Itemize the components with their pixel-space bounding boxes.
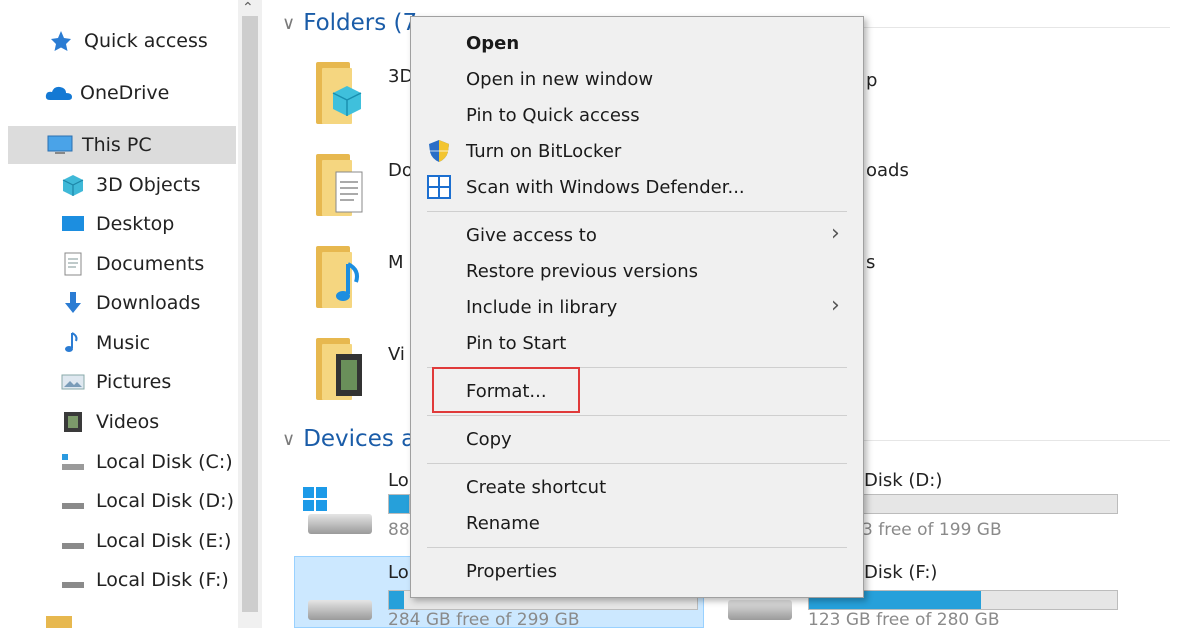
nav-downloads[interactable]: Downloads [60,284,200,322]
download-arrow-icon [60,290,86,316]
drive-local-disk-c[interactable] [302,486,376,542]
menu-separator [427,211,847,212]
folder-label: oads [866,160,909,181]
folder-3d-objects[interactable] [312,62,364,124]
desktop-icon [60,211,86,237]
nav-quick-access[interactable]: Quick access [48,22,208,60]
document-icon [335,171,363,213]
chevron-down-icon: ∨ [282,12,296,34]
drive-free-space: 284 GB free of 299 GB [388,610,580,630]
nav-music[interactable]: Music [60,324,150,362]
music-note-icon [336,262,359,301]
nav-this-pc[interactable]: This PC [8,126,236,164]
menu-item-pin-quick-access[interactable]: Pin to Quick access [466,105,640,126]
windows-logo-icon [303,487,327,511]
navigation-pane: Quick access OneDrive This PC 3D Objects… [0,0,238,628]
nav-local-disk-d[interactable]: Local Disk (D:) [60,482,234,520]
folder-label: p [866,70,878,91]
nav-documents[interactable]: Documents [60,245,204,283]
menu-item-open[interactable]: Open [466,33,519,54]
drive-free-space: 123 GB free of 280 GB [808,610,1000,630]
nav-local-disk-e[interactable]: Local Disk (E:) [60,522,231,560]
cube-icon [60,172,86,198]
film-icon [336,354,362,396]
folder-documents[interactable] [312,154,364,216]
scrollbar-thumb[interactable] [242,16,258,612]
drive-usage-bar [388,494,410,514]
nav-desktop[interactable]: Desktop [60,205,174,243]
menu-item-properties[interactable]: Properties [466,561,557,582]
devices-group-header[interactable]: ∨ Devices a [282,426,415,452]
menu-separator [427,463,847,464]
chevron-right-icon: › [831,293,840,318]
nav-3d-objects[interactable]: 3D Objects [60,166,201,204]
system-drive-icon [60,449,86,475]
folder-label: M [388,252,404,273]
nav-videos[interactable]: Videos [60,403,159,441]
shield-icon [429,140,449,162]
menu-item-format[interactable]: Format... [466,381,547,402]
drive-label: Disk (D:) [864,470,943,491]
nav-onedrive[interactable]: OneDrive [44,74,169,112]
folder-label: Vi [388,344,405,365]
cube-icon [332,86,362,116]
windows-defender-icon [427,175,451,199]
menu-item-give-access[interactable]: Give access to [466,225,597,246]
nav-local-disk-c[interactable]: Local Disk (C:) [60,443,233,481]
menu-separator [427,415,847,416]
menu-item-copy[interactable]: Copy [466,429,512,450]
drive-label: Lo [388,470,409,491]
menu-separator [427,547,847,548]
folder-label: s [866,252,876,273]
scroll-up-icon[interactable]: ⌃ [242,0,254,16]
nav-local-disk-f[interactable]: Local Disk (F:) [60,561,229,599]
nav-pictures[interactable]: Pictures [60,363,171,401]
menu-item-create-shortcut[interactable]: Create shortcut [466,477,606,498]
drive-label: Lo [388,562,409,583]
menu-item-pin-start[interactable]: Pin to Start [466,333,566,354]
group-divider [864,27,1170,28]
menu-item-bitlocker[interactable]: Turn on BitLocker [466,141,621,162]
menu-item-include-library[interactable]: Include in library [466,297,617,318]
cloud-icon [44,80,72,106]
menu-item-rename[interactable]: Rename [466,513,540,534]
menu-item-scan-defender[interactable]: Scan with Windows Defender... [466,177,745,198]
context-menu: Open Open in new window Pin to Quick acc… [410,16,864,598]
drive-label: Disk (F:) [864,562,938,583]
picture-icon [60,369,86,395]
film-icon [60,409,86,435]
document-icon [60,251,86,277]
drive-free-space: 88 [388,520,410,540]
folder-videos[interactable] [312,338,364,400]
folder-music[interactable] [312,246,364,308]
drive-icon [60,488,86,514]
drive-free-space: 3 free of 199 GB [862,520,1002,540]
drive-icon [302,572,376,628]
drive-icon [60,567,86,593]
monitor-icon [46,132,73,158]
nav-scrollbar[interactable]: ⌃ [238,0,262,628]
group-divider [864,440,1170,441]
chevron-right-icon: › [831,221,840,246]
star-icon [48,28,74,54]
chevron-down-icon: ∨ [282,428,296,450]
menu-item-restore-versions[interactable]: Restore previous versions [466,261,698,282]
menu-item-open-new-window[interactable]: Open in new window [466,69,653,90]
drive-icon [60,528,86,554]
music-note-icon [60,330,86,356]
folder-icon [46,616,72,628]
folders-group-header[interactable]: ∨ Folders (7 [282,10,417,36]
